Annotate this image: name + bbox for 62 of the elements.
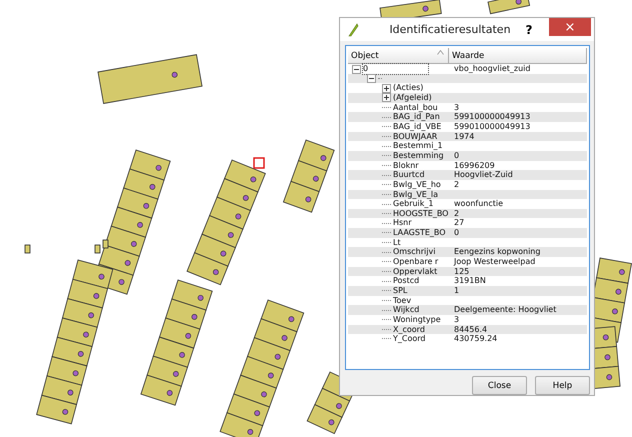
tree-item[interactable]: Omschrijvi [393, 247, 436, 258]
window-title: Identificatieresultaten [388, 23, 512, 36]
help-button[interactable]: ? [521, 22, 537, 37]
column-header[interactable]: Object [348, 48, 449, 64]
expand-icon[interactable] [382, 84, 391, 93]
tree-item[interactable]: BAG_id_Pan [393, 112, 440, 122]
tree-item[interactable]: Postcd [393, 276, 420, 286]
dialog-button[interactable]: Help [535, 376, 590, 395]
table-cell: Deelgemeente: Hoogvliet [454, 305, 556, 314]
tree-item[interactable]: (Acties) [393, 83, 424, 94]
table-cell: 0 [454, 228, 460, 238]
table-cell: 84456.4 [454, 324, 488, 334]
table-cell: 2 [454, 180, 460, 189]
column-header[interactable]: Waarde [449, 48, 587, 64]
tree-item[interactable]: LAAGSTE_BO [393, 228, 446, 238]
table-cell: 3 [454, 314, 460, 324]
tree-item[interactable]: 0 [363, 64, 428, 74]
table-cell: 3191BN [454, 276, 486, 286]
tree-item[interactable]: Buurtcd [393, 170, 425, 180]
table-cell: 2 [454, 208, 460, 218]
close-button[interactable]: × [549, 18, 591, 36]
tree-item[interactable]: Hsnr [393, 218, 412, 228]
table-cell: 125 [454, 266, 470, 276]
tree-item[interactable]: Woningtype [393, 314, 441, 325]
tree-item[interactable]: HOOGSTE_BO [393, 208, 448, 218]
tree-item[interactable]: Bloknr [393, 160, 419, 170]
table-cell: 0 [454, 150, 460, 160]
table-cell: vbo_hoogvliet_zuid [454, 64, 530, 74]
table-cell: 3 [454, 102, 460, 112]
tree-item[interactable]: Openbare r [393, 257, 438, 267]
tree-item[interactable]: BOUWJAAR [393, 132, 438, 142]
collapse-icon[interactable] [367, 74, 376, 84]
table-cell: 599100000049913 [454, 112, 530, 122]
table-cell: woonfunctie [454, 199, 504, 208]
tree-item[interactable]: Aantal_bou [393, 102, 438, 112]
tree-item[interactable]: Bestemming [393, 150, 444, 161]
table-cell: 27 [454, 218, 464, 228]
tree-item[interactable]: (Afgeleid) [393, 93, 432, 103]
tree-item[interactable]: Wijkcd [393, 305, 420, 315]
expand-icon[interactable] [382, 93, 391, 102]
dialog-button[interactable]: Close [472, 376, 527, 395]
pencil-icon [347, 22, 359, 37]
table-cell: 1974 [454, 132, 474, 141]
tree-item[interactable]: Bestemmi_1 [393, 141, 443, 151]
tree-item[interactable]: SPL [393, 286, 408, 296]
table-cell: Hoogvliet-Zuid [454, 170, 513, 180]
tree-item[interactable]: BAG_id_VBE [393, 122, 442, 132]
tree-item[interactable]: Toev [393, 296, 412, 306]
tree-item[interactable]: Y_Coord [393, 334, 426, 344]
tree-item[interactable]: Bwlg_VE_la [393, 190, 438, 200]
table-cell: 16996209 [454, 160, 495, 170]
table-cell: Eengezins kopwoning [454, 247, 540, 256]
tree-item[interactable]: Gebruik_1 [393, 199, 434, 209]
table-cell: Joop Westerweelpad [454, 257, 536, 266]
tree-item[interactable]: Lt [393, 238, 401, 248]
table-cell: 430759.24 [454, 334, 498, 344]
table-cell: 599010000049913 [454, 122, 530, 132]
tree-item[interactable]: Bwlg_VE_ho [393, 180, 441, 190]
table-cell: 1 [454, 286, 460, 295]
tree-item[interactable]: X_coord [393, 324, 425, 334]
collapse-icon[interactable] [352, 64, 361, 74]
tree-item[interactable]: Oppervlakt [393, 266, 438, 276]
